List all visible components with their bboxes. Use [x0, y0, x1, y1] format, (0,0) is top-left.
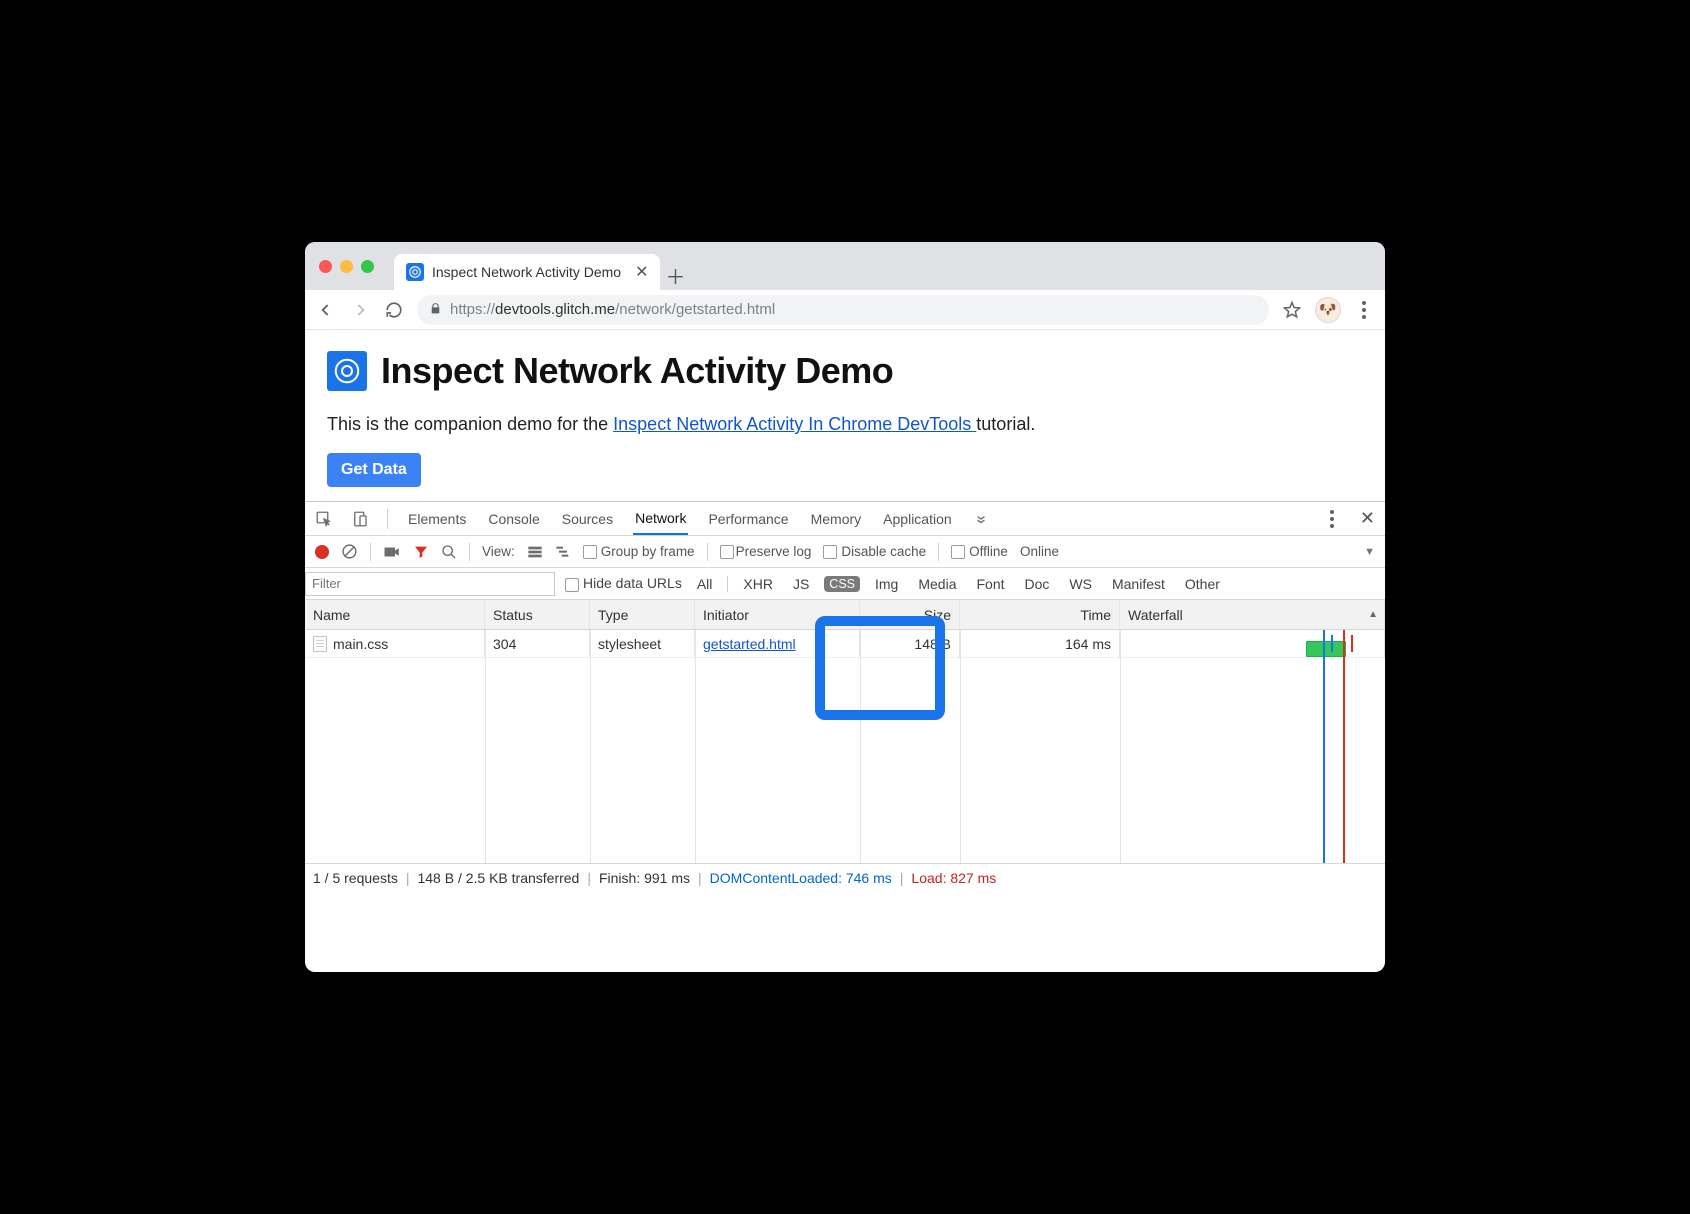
tab-elements[interactable]: Elements — [406, 502, 468, 535]
table-body: main.css 304 stylesheet getstarted.html … — [305, 630, 1385, 863]
waterfall-view-icon[interactable] — [555, 545, 571, 559]
col-size[interactable]: Size — [860, 600, 960, 629]
filter-doc[interactable]: Doc — [1020, 575, 1055, 593]
browser-tab[interactable]: Inspect Network Activity Demo ✕ — [394, 254, 660, 290]
record-button[interactable] — [315, 545, 329, 559]
device-toolbar-icon[interactable] — [351, 510, 369, 528]
cell-type: stylesheet — [590, 630, 695, 658]
tab-title: Inspect Network Activity Demo — [432, 264, 621, 280]
col-name[interactable]: Name — [305, 600, 485, 629]
preserve-log-checkbox[interactable]: Preserve log — [720, 544, 812, 559]
filter-input[interactable] — [305, 572, 555, 596]
cell-status: 304 — [485, 630, 590, 658]
disable-cache-checkbox[interactable]: Disable cache — [823, 544, 926, 559]
url-text: https://devtools.glitch.me/network/getst… — [450, 301, 775, 318]
network-status-bar: 1 / 5 requests | 148 B / 2.5 KB transfer… — [305, 863, 1385, 891]
minimize-window-button[interactable] — [340, 260, 353, 273]
url-bar: https://devtools.glitch.me/network/getst… — [305, 290, 1385, 330]
network-filter-bar: Hide data URLs All XHR JS CSS Img Media … — [305, 568, 1385, 600]
cell-initiator: getstarted.html — [695, 630, 860, 658]
large-rows-icon[interactable] — [527, 545, 543, 559]
devtools-panel: Elements Console Sources Network Perform… — [305, 501, 1385, 891]
forward-button[interactable] — [349, 299, 371, 321]
tab-console[interactable]: Console — [486, 502, 541, 535]
col-time[interactable]: Time — [960, 600, 1120, 629]
back-button[interactable] — [315, 299, 337, 321]
tab-network[interactable]: Network — [633, 502, 688, 535]
status-transferred: 148 B / 2.5 KB transferred — [417, 870, 579, 886]
chrome-favicon-icon — [406, 263, 424, 281]
status-requests: 1 / 5 requests — [313, 870, 398, 886]
more-tabs-icon[interactable] — [972, 512, 990, 526]
profile-avatar[interactable]: 🐶 — [1315, 297, 1341, 323]
browser-window: Inspect Network Activity Demo ✕ ＋ https:… — [305, 242, 1385, 972]
tab-sources[interactable]: Sources — [560, 502, 615, 535]
bookmark-star-icon[interactable] — [1281, 299, 1303, 321]
filter-manifest[interactable]: Manifest — [1107, 575, 1170, 593]
status-load: Load: 827 ms — [911, 870, 996, 886]
close-tab-icon[interactable]: ✕ — [635, 262, 648, 282]
filter-ws[interactable]: WS — [1064, 575, 1097, 593]
col-type[interactable]: Type — [590, 600, 695, 629]
filter-js[interactable]: JS — [788, 575, 814, 593]
close-window-button[interactable] — [319, 260, 332, 273]
filter-media[interactable]: Media — [913, 575, 961, 593]
reload-button[interactable] — [383, 299, 405, 321]
new-tab-button[interactable]: ＋ — [660, 260, 690, 290]
devtools-menu-icon[interactable] — [1322, 510, 1342, 528]
view-label: View: — [482, 544, 515, 559]
page-heading: Inspect Network Activity Demo — [327, 350, 1363, 392]
maximize-window-button[interactable] — [361, 260, 374, 273]
camera-icon[interactable] — [383, 545, 401, 559]
search-icon[interactable] — [441, 544, 457, 560]
cell-time: 164 ms — [960, 630, 1120, 658]
tab-application[interactable]: Application — [881, 502, 954, 535]
page-content: Inspect Network Activity Demo This is th… — [305, 330, 1385, 501]
status-finish: Finish: 991 ms — [599, 870, 690, 886]
tab-performance[interactable]: Performance — [706, 502, 790, 535]
status-domcontentloaded: DOMContentLoaded: 746 ms — [710, 870, 892, 886]
hide-data-urls-checkbox[interactable]: Hide data URLs — [565, 575, 682, 591]
inspect-element-icon[interactable] — [315, 510, 333, 528]
filter-all[interactable]: All — [692, 575, 718, 593]
file-icon — [313, 636, 327, 652]
filter-css[interactable]: CSS — [824, 576, 860, 592]
get-data-button[interactable]: Get Data — [327, 453, 421, 487]
table-header: Name Status Type Initiator Size Time Wat… — [305, 600, 1385, 630]
window-titlebar: Inspect Network Activity Demo ✕ ＋ — [305, 242, 1385, 290]
devtools-tabbar: Elements Console Sources Network Perform… — [305, 502, 1385, 536]
network-table: Name Status Type Initiator Size Time Wat… — [305, 600, 1385, 863]
page-paragraph: This is the companion demo for the Inspe… — [327, 414, 1363, 435]
online-dropdown[interactable]: Online — [1020, 544, 1059, 559]
browser-menu-button[interactable] — [1353, 299, 1375, 321]
table-row[interactable]: main.css 304 stylesheet getstarted.html … — [305, 630, 1385, 658]
filter-other[interactable]: Other — [1180, 575, 1225, 593]
offline-checkbox[interactable]: Offline — [951, 544, 1008, 559]
filter-icon[interactable] — [413, 544, 429, 560]
traffic-lights — [319, 242, 374, 290]
throttling-chevron-icon[interactable]: ▼ — [1364, 546, 1375, 558]
col-waterfall[interactable]: Waterfall — [1120, 600, 1385, 629]
clear-icon[interactable] — [341, 543, 358, 560]
devtools-logo-icon — [327, 351, 367, 391]
lock-icon — [429, 302, 442, 318]
col-initiator[interactable]: Initiator — [695, 600, 860, 629]
devtools-close-icon[interactable]: ✕ — [1360, 508, 1375, 529]
tutorial-link[interactable]: Inspect Network Activity In Chrome DevTo… — [613, 414, 976, 434]
group-by-frame-checkbox[interactable]: Group by frame — [583, 544, 695, 559]
cell-waterfall — [1120, 630, 1385, 658]
tab-memory[interactable]: Memory — [809, 502, 864, 535]
filter-xhr[interactable]: XHR — [738, 575, 778, 593]
network-toolbar: View: Group by frame Preserve log Disabl… — [305, 536, 1385, 568]
cell-name: main.css — [305, 630, 485, 658]
address-bar[interactable]: https://devtools.glitch.me/network/getst… — [417, 295, 1269, 325]
filter-img[interactable]: Img — [870, 575, 903, 593]
filter-font[interactable]: Font — [971, 575, 1009, 593]
cell-size: 148 B — [860, 630, 960, 658]
col-status[interactable]: Status — [485, 600, 590, 629]
